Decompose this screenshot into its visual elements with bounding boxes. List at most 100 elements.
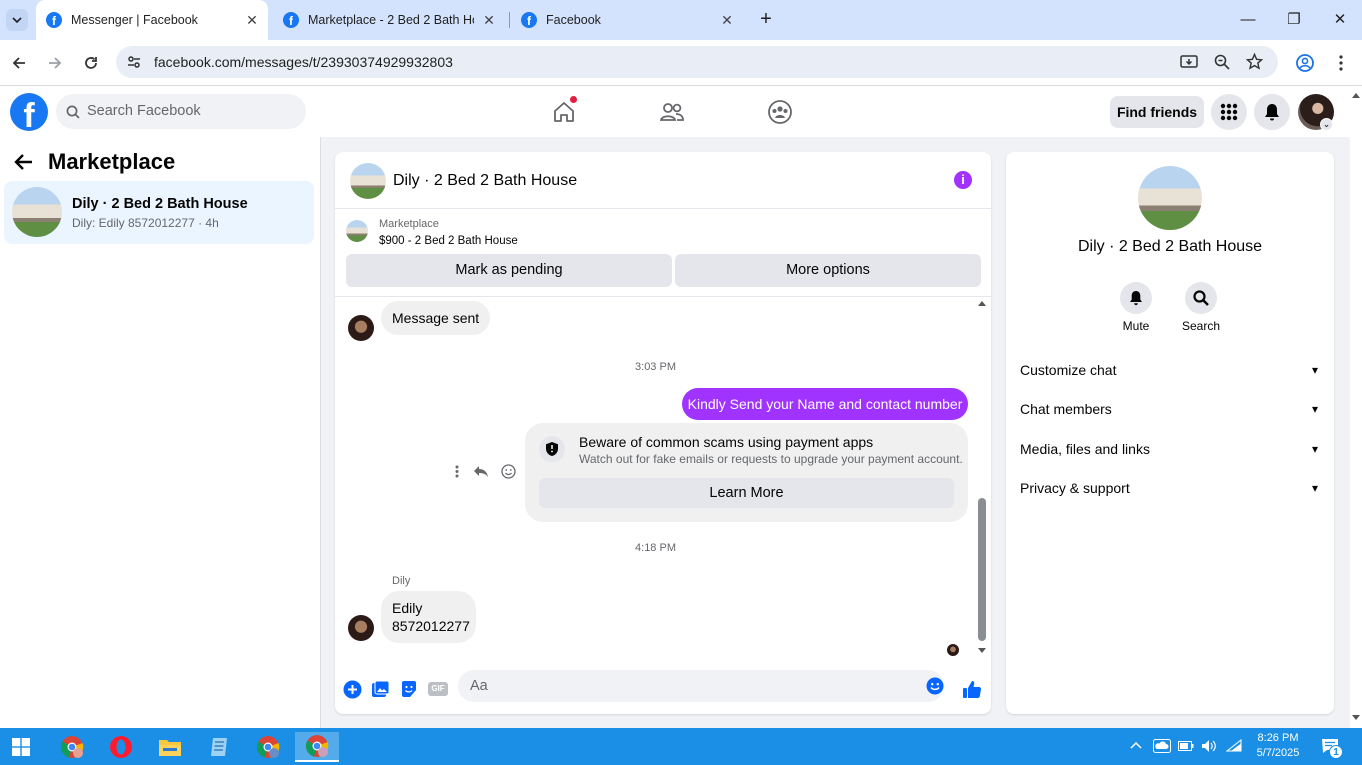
chat-members-section[interactable]: Chat members ▾ [1020, 394, 1320, 424]
page-scrollbar[interactable] [1350, 87, 1362, 728]
forward-button[interactable] [43, 51, 67, 75]
address-bar[interactable]: facebook.com/messages/t/2393037492993280… [116, 46, 1278, 78]
zoom-icon[interactable] [1214, 54, 1230, 70]
close-tab-icon[interactable]: ✕ [481, 12, 497, 28]
close-tab-icon[interactable]: ✕ [719, 12, 735, 28]
show-hidden-icons-chevron-icon[interactable] [1130, 741, 1142, 749]
conversation-preview: Dily: Edily 8572012277 · 4h [72, 216, 219, 230]
search-in-chat-button[interactable]: Search [1171, 282, 1231, 333]
incoming-message-bubble: Edily 8572012277 [381, 591, 476, 643]
chrome-profile-icon[interactable] [52, 732, 92, 762]
browser-tab-strip: f Messenger | Facebook ✕ f Marketplace -… [0, 0, 1362, 40]
privacy-support-section[interactable]: Privacy & support ▾ [1020, 473, 1320, 503]
chat-info-panel: Dily · 2 Bed 2 Bath House Mute Search Cu… [1006, 152, 1334, 714]
browser-menu-button[interactable] [1329, 51, 1353, 75]
notification-dot [570, 96, 577, 103]
chevron-down-icon [12, 17, 22, 23]
gif-icon[interactable]: GIF [427, 679, 449, 699]
bookmark-star-icon[interactable] [1246, 53, 1263, 70]
listing-price-title[interactable]: $900 - 2 Bed 2 Bath House [379, 235, 518, 247]
scroll-up-arrow-icon[interactable] [1352, 93, 1360, 98]
facebook-logo-icon[interactable]: f [10, 93, 48, 131]
bell-icon [1265, 104, 1279, 121]
install-app-icon[interactable] [1180, 54, 1198, 70]
tab-facebook[interactable]: f Facebook ✕ [511, 0, 743, 40]
tab-search-button[interactable] [6, 9, 28, 31]
mute-button[interactable]: Mute [1106, 282, 1166, 333]
learn-more-button[interactable]: Learn More [539, 478, 954, 508]
windows-start-icon[interactable] [1, 732, 41, 762]
system-clock[interactable]: 8:26 PM 5/7/2025 [1250, 731, 1306, 761]
account-circle-icon [1296, 54, 1314, 72]
opera-icon[interactable] [101, 732, 141, 762]
plus-circle-icon[interactable] [342, 679, 362, 699]
more-options-button[interactable]: More options [675, 254, 981, 287]
back-arrow-icon[interactable] [14, 153, 34, 171]
file-explorer-icon[interactable] [150, 732, 190, 762]
nav-home[interactable] [544, 87, 584, 137]
chrome-active-icon[interactable] [295, 732, 339, 762]
thumbs-up-icon[interactable] [961, 679, 983, 699]
nav-friends[interactable] [652, 87, 692, 137]
notifications-button[interactable] [1254, 94, 1290, 130]
search-label: Search [1181, 319, 1221, 333]
chrome-profile-icon[interactable] [248, 732, 288, 762]
read-receipt-avatar [947, 644, 959, 656]
message-line: Edily [392, 600, 423, 616]
conversation-item[interactable]: Dily · 2 Bed 2 Bath House Dily: Edily 85… [4, 181, 314, 244]
sender-avatar[interactable] [348, 315, 374, 341]
chat-scroll-thumb[interactable] [978, 498, 986, 641]
volume-icon[interactable] [1201, 739, 1217, 753]
reply-icon[interactable] [472, 462, 490, 480]
timestamp: 4:18 PM [635, 542, 676, 554]
new-tab-button[interactable]: + [755, 9, 777, 31]
arrow-left-icon [12, 57, 25, 69]
photo-icon[interactable] [370, 679, 390, 699]
wifi-icon[interactable] [1226, 739, 1242, 753]
reload-button[interactable] [79, 51, 103, 75]
react-smiley-icon[interactable] [499, 462, 517, 480]
profile-avatar[interactable]: ⌄ [1298, 94, 1334, 131]
chat-thumbnail[interactable] [350, 163, 386, 199]
close-tab-icon[interactable]: ✕ [244, 12, 260, 28]
scroll-down-arrow-icon[interactable] [1352, 715, 1360, 720]
tab-title: Messenger | Facebook [71, 13, 198, 27]
message-line: 8572012277 [392, 618, 470, 634]
customize-chat-section[interactable]: Customize chat ▾ [1020, 355, 1320, 385]
nav-groups[interactable] [760, 87, 800, 137]
facebook-search-input[interactable]: Search Facebook [56, 94, 306, 129]
emoji-icon[interactable] [926, 677, 944, 695]
tab-messenger[interactable]: f Messenger | Facebook ✕ [36, 0, 268, 40]
sticker-icon[interactable] [399, 679, 419, 699]
chevron-down-icon: ▾ [1311, 363, 1318, 377]
menu-button[interactable] [1211, 94, 1247, 130]
search-icon [66, 105, 80, 119]
conversation-name: Dily · 2 Bed 2 Bath House [72, 196, 248, 212]
find-friends-button[interactable]: Find friends [1110, 96, 1204, 128]
listing-profile-photo[interactable] [1138, 166, 1202, 230]
url-text: facebook.com/messages/t/2393037492993280… [154, 54, 453, 70]
clock-date: 5/7/2025 [1256, 747, 1300, 759]
scroll-down-arrow-icon[interactable] [978, 648, 986, 653]
battery-icon[interactable] [1178, 741, 1194, 751]
media-files-links-section[interactable]: Media, files and links ▾ [1020, 434, 1320, 464]
notepad-icon[interactable] [199, 732, 239, 762]
more-actions-icon[interactable] [448, 462, 466, 480]
scroll-up-arrow-icon[interactable] [978, 301, 986, 306]
sender-avatar[interactable] [348, 615, 374, 641]
mark-as-pending-button[interactable]: Mark as pending [346, 254, 672, 287]
close-window-button[interactable]: ✕ [1325, 8, 1355, 32]
action-center-icon[interactable]: 1 [1321, 738, 1343, 759]
profile-button[interactable] [1293, 51, 1317, 75]
restore-button[interactable]: ❐ [1279, 8, 1309, 32]
site-info-icon[interactable] [126, 54, 142, 70]
search-icon [1185, 282, 1217, 314]
info-icon[interactable]: i [954, 171, 972, 189]
back-button[interactable] [7, 51, 31, 75]
message-input[interactable]: Aa [458, 670, 944, 702]
chat-title[interactable]: Dily · 2 Bed 2 Bath House [393, 172, 577, 190]
onedrive-cloud-icon[interactable] [1153, 739, 1171, 753]
minimize-button[interactable]: — [1233, 8, 1263, 32]
tab-marketplace[interactable]: f Marketplace - 2 Bed 2 Bath Hou ✕ [273, 0, 505, 40]
facebook-header: f Search Facebook Find friends ⌄ [0, 87, 1350, 137]
